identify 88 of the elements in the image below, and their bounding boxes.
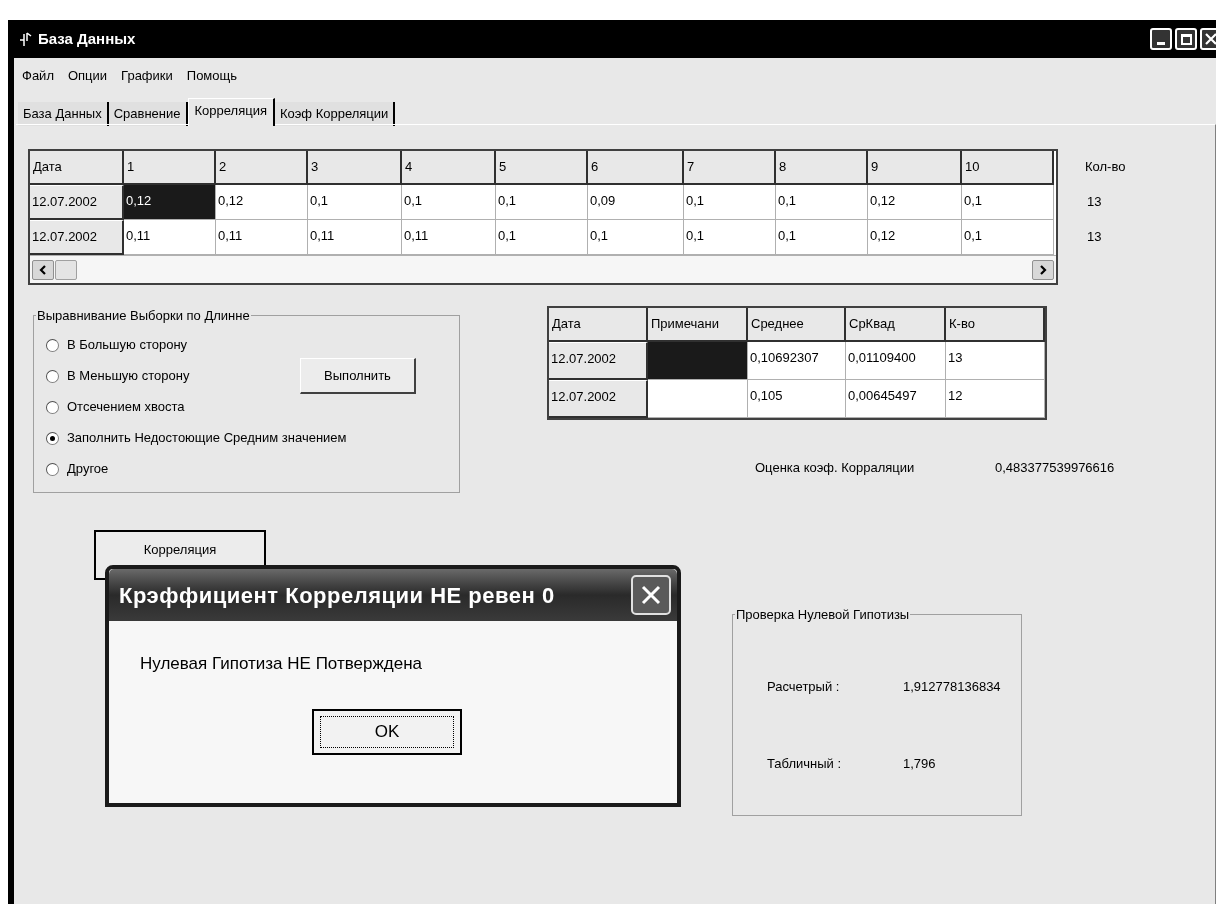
column-header[interactable]: 2	[216, 151, 308, 185]
table-cell[interactable]: 0,11	[308, 220, 402, 255]
table-cell[interactable]: 0,105	[748, 380, 846, 418]
data-grid[interactable]: Дата 1 2 3 4 5 6 7 8 9 10 12.07.2002 0,12 0,12 0,1 0,1 0,1 0,09 0,1 0,1 0,12 0,1 12.07.2002 0,11 0,11 0,11 0,11 0,1 0,1 0,1 0,1 0,12 0,1	[28, 149, 1058, 285]
maximize-icon	[1180, 33, 1192, 45]
tab[interactable]: База Данных	[18, 102, 109, 126]
radio-option[interactable]: Заполнить Недостоющие Средним значением	[46, 428, 347, 448]
column-header[interactable]: 1	[124, 151, 216, 185]
column-header[interactable]: 10	[962, 151, 1054, 185]
data-grid[interactable]: Дата Примечани Среднее СрКвад К-во 12.07.2002 0,10692307 0,01109400 13 12.07.2002 0,105 0,00645497 12	[547, 306, 1047, 420]
estimate-value: 0,483377539976616	[995, 459, 1115, 477]
column-header[interactable]: 6	[588, 151, 684, 185]
table-cell[interactable]	[648, 342, 748, 380]
column-header[interactable]: 5	[496, 151, 588, 185]
column-header[interactable]: К-во	[946, 308, 1045, 342]
table-cell[interactable]: 0,12	[216, 185, 308, 220]
row-header[interactable]: 12.07.2002	[549, 342, 648, 380]
column-header[interactable]: Дата	[549, 308, 648, 342]
result-label: Расчетрый :	[767, 678, 840, 696]
menu-item[interactable]: Помощь	[184, 66, 239, 86]
table-cell[interactable]: 0,1	[588, 220, 684, 255]
menu-item[interactable]: Файл	[20, 66, 56, 86]
table-cell[interactable]: 0,1	[402, 185, 496, 220]
tab[interactable]: Корреляция	[187, 98, 275, 126]
row-header[interactable]: 12.07.2002	[30, 185, 124, 220]
radio-option[interactable]: В Большую сторону	[46, 335, 188, 355]
close-icon	[640, 584, 662, 606]
table-cell[interactable]: 0,1	[308, 185, 402, 220]
dialog-title: Крэффициент Корреляции НЕ ревен 0	[119, 581, 555, 610]
column-header[interactable]: Среднее	[748, 308, 846, 342]
column-header[interactable]: СрКвад	[846, 308, 946, 342]
menu-item[interactable]: Опции	[65, 66, 110, 86]
estimate-label: Оценка коэф. Корраляции	[755, 459, 915, 477]
scroll-left-button[interactable]	[32, 259, 54, 280]
radio-option[interactable]: В Меньшую сторону	[46, 366, 190, 386]
table-cell[interactable]: 0,1	[496, 185, 588, 220]
table-cell[interactable]: 0,12	[868, 220, 962, 255]
column-header[interactable]: 4	[402, 151, 496, 185]
table-cell[interactable]: 0,10692307	[748, 342, 846, 380]
maximize-button[interactable]	[1175, 28, 1197, 50]
minimize-button[interactable]	[1150, 28, 1172, 50]
dialog-message: Нулевая Гипотиза НЕ Потверждена	[140, 653, 424, 675]
app-icon	[18, 31, 32, 47]
table-cell[interactable]: 0,12	[124, 185, 216, 220]
table-cell[interactable]: 0,1	[962, 185, 1054, 220]
count-label: Кол-во	[1085, 158, 1126, 176]
table-cell[interactable]: 0,12	[868, 185, 962, 220]
table-cell[interactable]: 12	[946, 380, 1045, 418]
dialog-close-button[interactable]	[631, 575, 671, 615]
window-title: База Данных	[38, 28, 136, 49]
table-cell[interactable]: 0,11	[216, 220, 308, 255]
row-header[interactable]: 12.07.2002	[549, 380, 648, 418]
column-header[interactable]: Примечани	[648, 308, 748, 342]
tab[interactable]: Коэф Корреляции	[274, 102, 396, 126]
scroll-right-button[interactable]	[1032, 259, 1054, 280]
radio-option[interactable]: Отсечением хвоста	[46, 397, 185, 417]
radio-option[interactable]: Другое	[46, 459, 109, 479]
close-button[interactable]	[1200, 28, 1216, 50]
table-cell[interactable]: 0,11	[402, 220, 496, 255]
table-cell[interactable]: 0,00645497	[846, 380, 946, 418]
count-value: 13	[1087, 228, 1102, 246]
column-header[interactable]: Дата	[30, 151, 124, 185]
minimize-icon	[1157, 42, 1165, 45]
table-cell[interactable]: 13	[946, 342, 1045, 380]
table-cell[interactable]: 0,01109400	[846, 342, 946, 380]
table-cell[interactable]	[648, 380, 748, 418]
row-header[interactable]: 12.07.2002	[30, 220, 124, 255]
execute-button[interactable]: Выполнить	[300, 358, 416, 394]
result-label: Табличный :	[767, 755, 842, 773]
table-cell[interactable]: 0,1	[776, 185, 868, 220]
table-cell[interactable]: 0,1	[776, 220, 868, 255]
result-value: 1,912778136834	[903, 678, 1001, 696]
scrollbar-thumb[interactable]	[55, 259, 77, 280]
table-cell[interactable]: 0,09	[588, 185, 684, 220]
column-header[interactable]: 7	[684, 151, 776, 185]
table-cell[interactable]: 0,1	[684, 220, 776, 255]
close-icon	[1205, 33, 1216, 45]
table-cell[interactable]: 0,1	[684, 185, 776, 220]
count-value: 13	[1087, 193, 1102, 211]
ok-button[interactable]: OK	[312, 708, 462, 755]
column-header[interactable]: 3	[308, 151, 402, 185]
table-cell[interactable]: 0,1	[962, 220, 1054, 255]
menu-item[interactable]: Графики	[119, 66, 175, 86]
column-header[interactable]: 9	[868, 151, 962, 185]
column-header[interactable]: 8	[776, 151, 868, 185]
result-value: 1,796	[903, 755, 936, 773]
table-cell[interactable]: 0,11	[124, 220, 216, 255]
table-cell[interactable]: 0,1	[496, 220, 588, 255]
